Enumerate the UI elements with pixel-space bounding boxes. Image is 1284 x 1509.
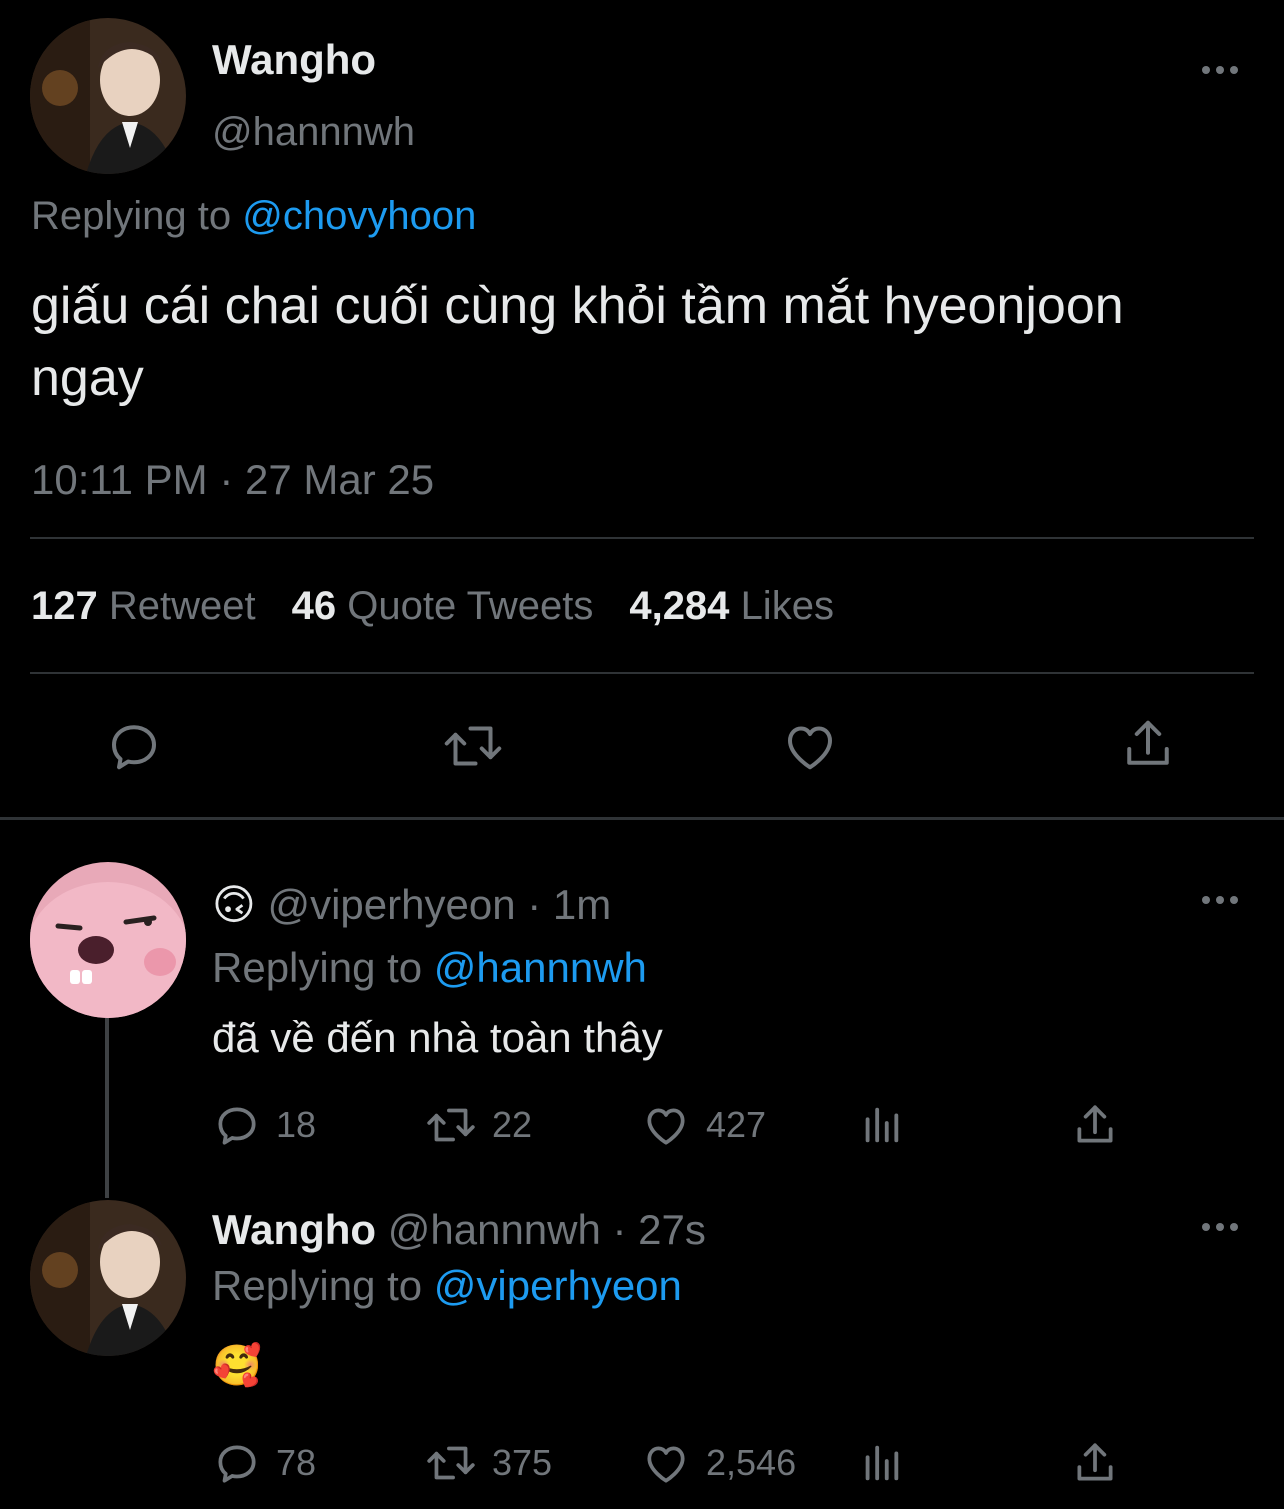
replying-to-label: Replying to [31, 194, 232, 238]
more-options-icon[interactable] [1200, 1217, 1240, 1237]
more-options-icon[interactable] [1200, 60, 1240, 80]
replying-to-link[interactable]: @chovyhoon [242, 194, 476, 238]
reply-count: 18 [276, 1104, 317, 1145]
avatar-viperhyeon[interactable] [30, 862, 186, 1018]
likes-stat[interactable]: 4,284 Likes [629, 584, 834, 628]
tweet-stats: 127 Retweet 46 Quote Tweets 4,284 Likes [31, 584, 834, 629]
like-count: 427 [706, 1104, 767, 1145]
replying-to-line: Replying to @hannnwh [212, 944, 647, 992]
retweet-button[interactable]: 22 [424, 1100, 532, 1150]
likes-count: 4,284 [629, 584, 730, 628]
share-button[interactable] [1070, 1100, 1120, 1150]
retweet-count: 375 [492, 1442, 553, 1483]
share-icon [1077, 1443, 1113, 1481]
tweet-timestamp[interactable]: 10:11 PM · 27 Mar 25 [31, 456, 434, 504]
reply-button[interactable]: 18 [212, 1100, 316, 1150]
reply-text: 🥰 [212, 1344, 262, 1388]
handle[interactable]: @viperhyeon [267, 881, 515, 928]
reply-count: 78 [276, 1442, 317, 1483]
replying-to-line: Replying to @viperhyeon [212, 1262, 682, 1310]
display-name-emoji[interactable]: 🙃 [212, 881, 256, 928]
reply-time[interactable]: · 27s [613, 1206, 706, 1253]
replying-to-line: Replying to @chovyhoon [31, 194, 476, 239]
avatar-wangho[interactable] [30, 18, 186, 174]
share-button[interactable] [1118, 714, 1178, 774]
reply-icon [218, 1445, 256, 1483]
avatar-wangho[interactable] [30, 1200, 186, 1356]
heart-icon [647, 1108, 685, 1145]
replying-to-link[interactable]: @hannnwh [434, 944, 647, 991]
thread-connector [105, 1018, 109, 1198]
reply-button[interactable]: 78 [212, 1438, 316, 1488]
tweet-text: giấu cái chai cuối cùng khỏi tầm mắt hye… [31, 277, 1124, 407]
retweet-icon [427, 1446, 475, 1480]
retweets-stat[interactable]: 127 Retweet [31, 584, 256, 628]
analytics-icon [865, 1107, 899, 1143]
replying-to-label: Replying to [212, 1262, 423, 1309]
share-button[interactable] [1070, 1438, 1120, 1488]
heart-icon [647, 1446, 685, 1483]
quotes-stat[interactable]: 46 Quote Tweets [292, 584, 594, 628]
retweets-label: Retweet [108, 584, 256, 628]
replying-to-link[interactable]: @viperhyeon [434, 1262, 682, 1309]
replying-to-label: Replying to [212, 944, 423, 991]
like-count: 2,546 [706, 1442, 797, 1483]
heart-icon [788, 726, 832, 770]
share-icon [1127, 720, 1169, 765]
like-button[interactable]: 2,546 [640, 1438, 796, 1488]
section-divider [0, 817, 1284, 820]
analytics-button[interactable] [858, 1102, 904, 1148]
analytics-icon [865, 1445, 899, 1481]
reply-icon [218, 1107, 256, 1145]
divider [30, 537, 1254, 539]
retweet-button[interactable]: 375 [424, 1438, 552, 1488]
reply-button[interactable] [104, 716, 164, 776]
share-icon [1077, 1105, 1113, 1143]
reply-time[interactable]: · 1m [527, 881, 611, 928]
more-options-icon[interactable] [1200, 890, 1240, 910]
reply-header: 🙃 @viperhyeon · 1m [212, 880, 611, 929]
analytics-button[interactable] [858, 1440, 904, 1486]
like-button[interactable]: 427 [640, 1100, 766, 1150]
reply-icon [112, 725, 156, 770]
display-name[interactable]: Wangho [212, 1206, 376, 1253]
reply-header: Wangho @hannnwh · 27s [212, 1206, 706, 1254]
like-button[interactable] [780, 716, 840, 776]
handle[interactable]: @hannnwh [388, 1206, 601, 1253]
retweet-icon [427, 1108, 475, 1142]
quotes-count: 46 [291, 584, 337, 628]
reply-text: đã về đến nhà toàn thây [212, 1014, 663, 1061]
quotes-label: Quote Tweets [347, 584, 594, 628]
handle[interactable]: @hannnwh [212, 110, 415, 155]
retweet-button[interactable] [440, 716, 506, 776]
likes-label: Likes [740, 584, 834, 628]
retweets-count: 127 [31, 584, 98, 628]
display-name[interactable]: Wangho [212, 36, 376, 84]
retweet-count: 22 [492, 1104, 533, 1145]
retweet-icon [444, 726, 502, 766]
divider [30, 672, 1254, 674]
